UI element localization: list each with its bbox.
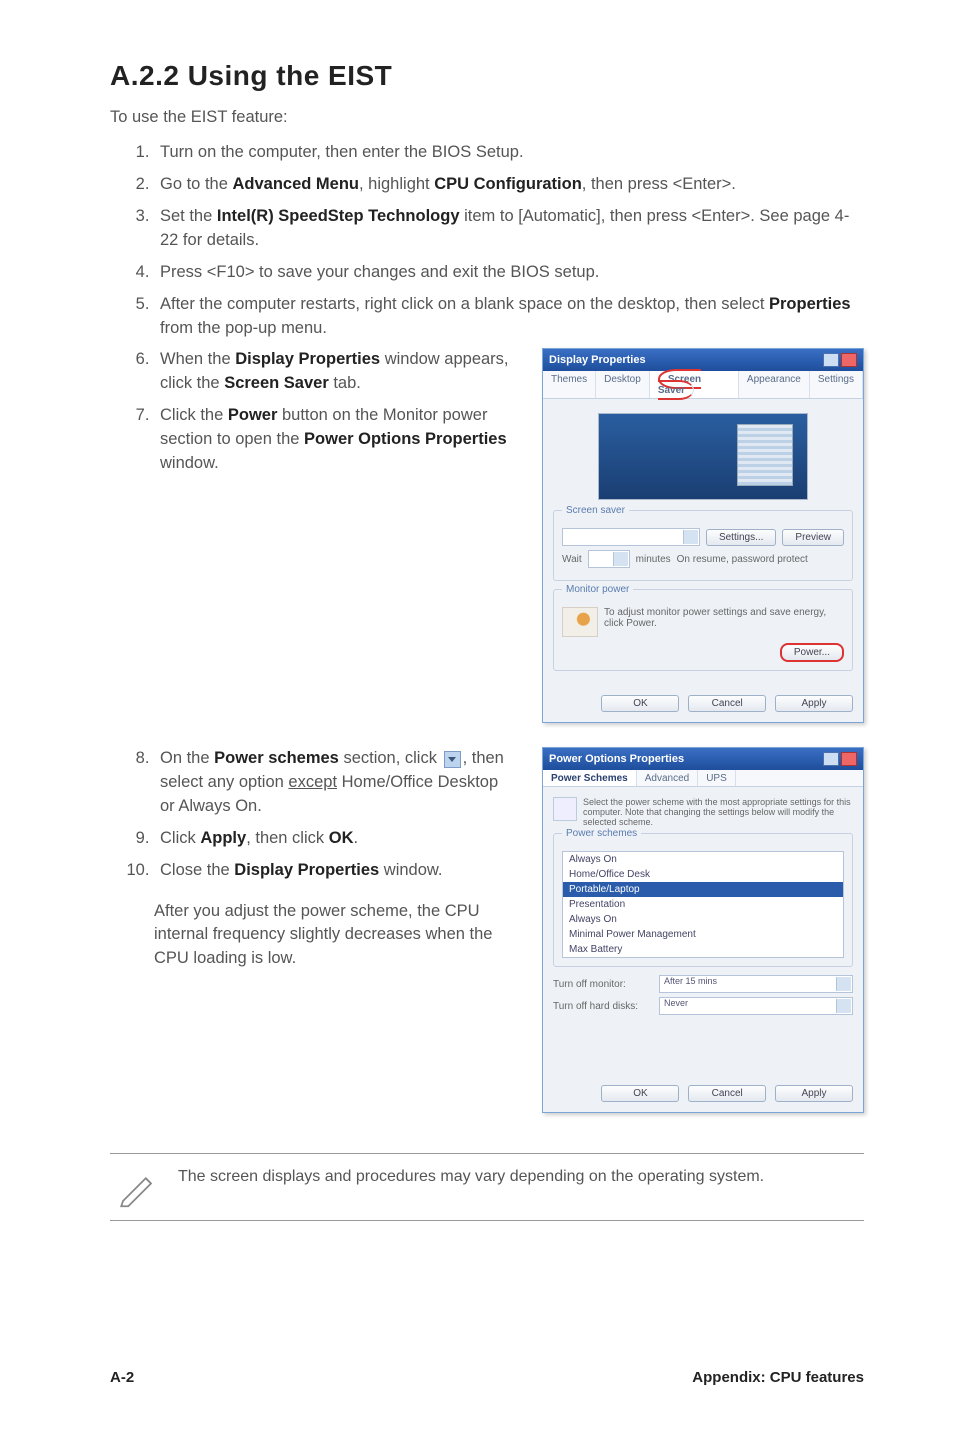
step-item: When the Display Properties window appea…	[154, 348, 512, 396]
close-icon[interactable]	[841, 752, 857, 766]
steps-list-mid: When the Display Properties window appea…	[110, 348, 512, 476]
window-buttons	[823, 752, 857, 766]
dialog-tabs: ThemesDesktopScreen SaverAppearanceSetti…	[543, 371, 863, 399]
after-text: After you adjust the power scheme, the C…	[154, 900, 512, 972]
step-item: Go to the Advanced Menu, highlight CPU C…	[154, 173, 864, 197]
tab-appearance[interactable]: Appearance	[739, 371, 810, 398]
help-icon[interactable]	[823, 752, 839, 766]
dialog-title: Display Properties	[549, 354, 646, 366]
screensaver-combo[interactable]	[562, 528, 700, 546]
pencil-icon	[116, 1166, 158, 1208]
steps-list-top: Turn on the computer, then enter the BIO…	[110, 141, 864, 340]
scheme-option[interactable]: Max Battery	[563, 942, 843, 957]
ok-button[interactable]: OK	[601, 1085, 679, 1102]
power-intro-text: Select the power scheme with the most ap…	[553, 797, 853, 827]
tab-settings[interactable]: Settings	[810, 371, 863, 398]
tab-themes[interactable]: Themes	[543, 371, 596, 398]
preview-button[interactable]: Preview	[782, 529, 844, 546]
group-screensaver-title: Screen saver	[562, 505, 629, 516]
tab-desktop[interactable]: Desktop	[596, 371, 650, 398]
help-icon[interactable]	[823, 353, 839, 367]
settings-button[interactable]: Settings...	[706, 529, 776, 546]
tab-screen-saver[interactable]: Screen Saver	[650, 371, 739, 398]
window-buttons	[823, 353, 857, 367]
apply-button[interactable]: Apply	[775, 1085, 853, 1102]
ok-button[interactable]: OK	[601, 695, 679, 712]
footer-title: Appendix: CPU features	[692, 1369, 864, 1386]
monitor-off-label: Turn off monitor:	[553, 979, 653, 990]
tab-advanced[interactable]: Advanced	[637, 770, 698, 786]
scheme-option[interactable]: Always On	[563, 852, 843, 867]
intro-text: To use the EIST feature:	[110, 108, 864, 127]
wait-label: Wait	[562, 554, 582, 565]
apply-button[interactable]: Apply	[775, 695, 853, 712]
scheme-option[interactable]: Minimal Power Management	[563, 927, 843, 942]
note-text: The screen displays and procedures may v…	[178, 1166, 764, 1188]
dialog-title: Power Options Properties	[549, 753, 684, 765]
hdd-off-combo[interactable]: Never	[659, 997, 853, 1015]
step-item: Turn on the computer, then enter the BIO…	[154, 141, 864, 165]
step-item: On the Power schemes section, click , th…	[154, 747, 512, 819]
display-properties-dialog: Display Properties ThemesDesktopScreen S…	[542, 348, 864, 723]
dialog-titlebar: Power Options Properties	[543, 748, 863, 770]
dialog-titlebar: Display Properties	[543, 349, 863, 371]
step-item: Close the Display Properties window.	[154, 859, 512, 883]
power-button[interactable]: Power...	[780, 643, 844, 662]
step-item: Press <F10> to save your changes and exi…	[154, 261, 864, 285]
steps-list-bot: On the Power schemes section, click , th…	[110, 747, 512, 883]
group-monitor-title: Monitor power	[562, 584, 633, 595]
dialog-tabs: Power SchemesAdvancedUPS	[543, 770, 863, 787]
step-item: Click the Power button on the Monitor po…	[154, 404, 512, 476]
scheme-option[interactable]: Presentation	[563, 897, 843, 912]
tab-ups[interactable]: UPS	[698, 770, 736, 786]
cancel-button[interactable]: Cancel	[688, 1085, 766, 1102]
step-item: Click Apply, then click OK.	[154, 827, 512, 851]
battery-icon	[553, 797, 577, 821]
wait-spinner[interactable]	[588, 550, 630, 568]
hdd-off-label: Turn off hard disks:	[553, 1001, 653, 1012]
wait-min-label: minutes	[636, 554, 671, 565]
page-number: A-2	[110, 1369, 134, 1386]
tab-power-schemes[interactable]: Power Schemes	[543, 770, 637, 786]
monitor-off-combo[interactable]: After 15 mins	[659, 975, 853, 993]
dropdown-arrow-icon[interactable]	[444, 751, 461, 768]
energy-star-icon	[562, 607, 598, 637]
note-box: The screen displays and procedures may v…	[110, 1153, 864, 1221]
group-scheme-title: Power schemes	[562, 828, 641, 839]
close-icon[interactable]	[841, 353, 857, 367]
monitor-power-text: To adjust monitor power settings and sav…	[562, 607, 844, 629]
scheme-option[interactable]: Portable/Laptop	[563, 882, 843, 897]
step-item: After the computer restarts, right click…	[154, 293, 864, 341]
screensaver-preview	[598, 413, 808, 500]
scheme-option[interactable]: Home/Office Desk	[563, 867, 843, 882]
section-heading: A.2.2 Using the EIST	[110, 60, 864, 92]
power-options-dialog: Power Options Properties Power SchemesAd…	[542, 747, 864, 1113]
cancel-button[interactable]: Cancel	[688, 695, 766, 712]
step-item: Set the Intel(R) SpeedStep Technology it…	[154, 205, 864, 253]
power-scheme-dropdown[interactable]: Always OnHome/Office DeskPortable/Laptop…	[562, 851, 844, 958]
scheme-option[interactable]: Always On	[563, 912, 843, 927]
resume-label: On resume, password protect	[677, 554, 844, 565]
